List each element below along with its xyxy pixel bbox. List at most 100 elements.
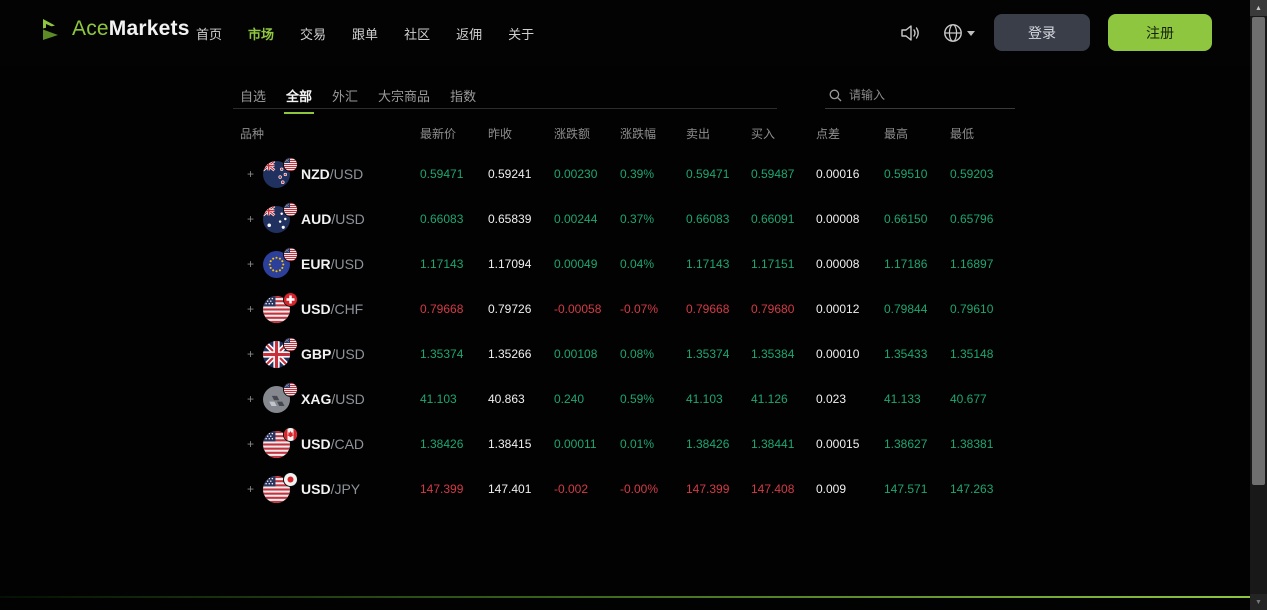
nav-item-交易[interactable]: 交易	[300, 24, 326, 43]
cell-sell: 1.17143	[686, 257, 751, 271]
cell-change: 0.00049	[554, 257, 620, 271]
nav-item-跟单[interactable]: 跟单	[352, 24, 378, 43]
nav-item-关于[interactable]: 关于	[508, 24, 534, 43]
scroll-down-arrow-icon[interactable]: ▼	[1250, 594, 1267, 610]
table-header: 品种最新价昨收涨跌额涨跌幅卖出买入点差最高最低	[233, 125, 1015, 141]
expand-plus-icon[interactable]: +	[247, 482, 255, 496]
expand-plus-icon[interactable]: +	[247, 257, 255, 271]
quote-currency: /CAD	[331, 436, 364, 452]
us-flag-icon	[284, 383, 297, 396]
expand-plus-icon[interactable]: +	[247, 212, 255, 226]
cell-last: 1.17143	[420, 257, 488, 271]
cell-buy: 41.126	[751, 392, 816, 406]
language-selector[interactable]	[943, 23, 975, 43]
quote-row-USD-CAD[interactable]: +USD/CAD1.384261.384150.000110.01%1.3842…	[233, 421, 1015, 466]
symbol-name: USD/CHF	[301, 301, 363, 317]
register-button[interactable]: 注册	[1108, 14, 1212, 51]
cell-prev_close: 0.59241	[488, 167, 554, 181]
cell-spread: 0.009	[816, 482, 884, 496]
nav-item-首页[interactable]: 首页	[196, 24, 222, 43]
search-icon	[829, 89, 842, 102]
symbol-cell: + USD/JPY	[233, 475, 420, 503]
cell-change_pct: 0.39%	[620, 167, 686, 181]
cell-change_pct: 0.01%	[620, 437, 686, 451]
us-flag-icon	[284, 338, 297, 351]
cell-sell: 0.79668	[686, 302, 751, 316]
symbol-name: USD/JPY	[301, 481, 360, 497]
nav-item-市场[interactable]: 市场	[248, 24, 274, 43]
brand-arrow-icon	[40, 16, 66, 42]
caret-down-icon	[967, 31, 975, 36]
brand-logo[interactable]: AceMarkets	[40, 16, 190, 42]
cell-sell: 1.35374	[686, 347, 751, 361]
cell-change_pct: 0.04%	[620, 257, 686, 271]
cell-sell: 0.66083	[686, 212, 751, 226]
symbol-cell: +GBP/USD	[233, 340, 420, 368]
cell-buy: 1.38441	[751, 437, 816, 451]
tab-指数[interactable]: 指数	[450, 86, 476, 114]
symbol-name: NZD/USD	[301, 166, 363, 182]
symbol-cell: +USD/CAD	[233, 430, 420, 458]
scrollbar-thumb[interactable]	[1252, 17, 1265, 485]
cell-low: 0.65796	[950, 212, 1015, 226]
footer-divider	[0, 596, 1250, 598]
cell-high: 0.66150	[884, 212, 950, 226]
tab-全部[interactable]: 全部	[286, 86, 312, 114]
cell-last: 41.103	[420, 392, 488, 406]
cell-prev_close: 0.65839	[488, 212, 554, 226]
cell-prev_close: 1.38415	[488, 437, 554, 451]
currency-pair-flag-icon	[263, 205, 293, 233]
symbol-search[interactable]	[825, 86, 1015, 109]
category-tabs-row: 自选全部外汇大宗商品指数	[233, 86, 777, 109]
cell-last: 1.35374	[420, 347, 488, 361]
search-input[interactable]	[849, 88, 1013, 102]
nav-item-返佣[interactable]: 返佣	[456, 24, 482, 43]
brand-name: AceMarkets	[72, 17, 190, 41]
expand-plus-icon[interactable]: +	[247, 302, 255, 316]
expand-plus-icon[interactable]: +	[247, 437, 255, 451]
currency-pair-flag-icon	[263, 340, 293, 368]
tab-大宗商品[interactable]: 大宗商品	[378, 86, 430, 114]
cell-prev_close: 1.35266	[488, 347, 554, 361]
quote-row-EUR-USD[interactable]: +EUR/USD1.171431.170940.000490.04%1.1714…	[233, 241, 1015, 286]
tab-自选[interactable]: 自选	[240, 86, 266, 114]
column-header: 最高	[884, 125, 950, 142]
scroll-up-arrow-icon[interactable]: ▲	[1250, 0, 1267, 16]
quote-row-NZD-USD[interactable]: +NZD/USD0.594710.592410.002300.39%0.5947…	[233, 151, 1015, 196]
jp-flag-icon	[284, 473, 297, 486]
quote-row-XAG-USD[interactable]: +XAG/USD41.10340.8630.2400.59%41.10341.1…	[233, 376, 1015, 421]
cell-spread: 0.00008	[816, 212, 884, 226]
cell-low: 40.677	[950, 392, 1015, 406]
quote-row-GBP-USD[interactable]: +GBP/USD1.353741.352660.001080.08%1.3537…	[233, 331, 1015, 376]
market-panel: 自选全部外汇大宗商品指数 品种最新价昨收涨跌额涨跌幅卖出买入点差最高最低 + NZ…	[233, 86, 1015, 511]
currency-pair-flag-icon	[263, 160, 293, 188]
cell-change_pct: 0.59%	[620, 392, 686, 406]
vertical-scrollbar[interactable]: ▲ ▼	[1250, 0, 1267, 610]
cell-spread: 0.00015	[816, 437, 884, 451]
expand-plus-icon[interactable]: +	[247, 392, 255, 406]
cell-low: 147.263	[950, 482, 1015, 496]
expand-plus-icon[interactable]: +	[247, 167, 255, 181]
login-button[interactable]: 登录	[994, 14, 1090, 51]
expand-plus-icon[interactable]: +	[247, 347, 255, 361]
quote-row-USD-CHF[interactable]: +USD/CHF0.796680.79726-0.00058-0.07%0.79…	[233, 286, 1015, 331]
currency-pair-flag-icon	[263, 475, 293, 503]
cell-spread: 0.023	[816, 392, 884, 406]
cell-change_pct: -0.00%	[620, 482, 686, 496]
volume-icon[interactable]	[901, 24, 921, 42]
cell-sell: 0.59471	[686, 167, 751, 181]
cell-buy: 0.79680	[751, 302, 816, 316]
quote-row-AUD-USD[interactable]: +AUD/USD0.660830.658390.002440.37%0.6608…	[233, 196, 1015, 241]
quote-currency: /USD	[331, 256, 364, 272]
tab-外汇[interactable]: 外汇	[332, 86, 358, 114]
column-header: 卖出	[686, 125, 751, 142]
base-currency: USD	[301, 481, 331, 497]
cell-prev_close: 40.863	[488, 392, 554, 406]
cell-last: 0.66083	[420, 212, 488, 226]
nav-item-社区[interactable]: 社区	[404, 24, 430, 43]
column-header: 涨跌幅	[620, 125, 686, 142]
cell-buy: 0.59487	[751, 167, 816, 181]
cell-change: 0.00244	[554, 212, 620, 226]
cell-prev_close: 0.79726	[488, 302, 554, 316]
quote-row-USD-JPY[interactable]: +USD/JPY147.399147.401-0.002-0.00%147.39…	[233, 466, 1015, 511]
